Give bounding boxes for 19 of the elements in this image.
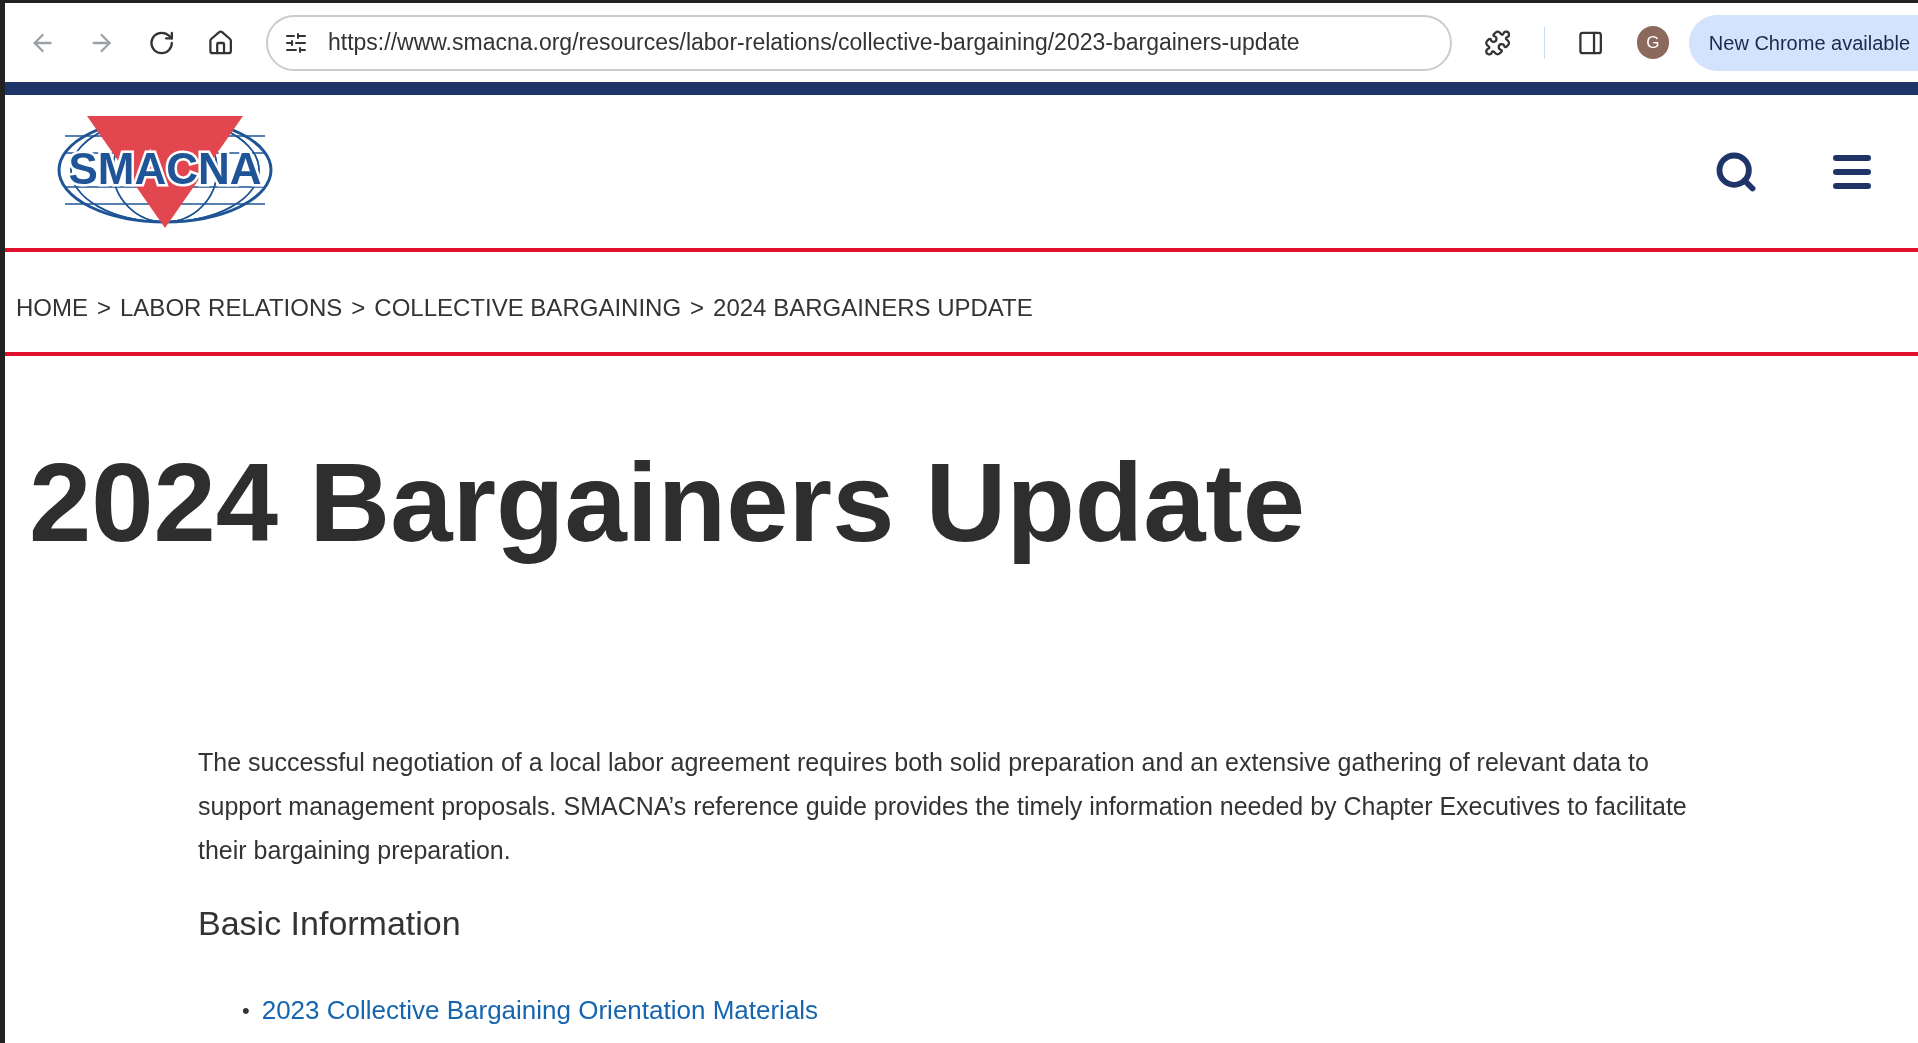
intro-paragraph: The successful negotiation of a local labor agreement requires both solid preparation and an extensive gathering of relevant data to support management proposals. SMACNA’s reference guide provides the timely information needed by Chapter Executives to facilitate their bargaining preparation. [198, 747, 1688, 867]
extensions-icon[interactable] [1484, 28, 1512, 57]
url-text[interactable]: https://www.smacna.org/resources/labor-relations/collective-bargaining/2023-bargainers-update [328, 25, 1300, 60]
update-chip[interactable]: New Chrome available [1688, 14, 1918, 71]
page-title: 2024 Bargainers Update [29, 439, 1306, 567]
breadcrumb-link[interactable]: LABOR RELATIONS [120, 290, 343, 326]
breadcrumb-link[interactable]: COLLECTIVE BARGAINING [374, 290, 682, 326]
bullet: • [242, 997, 250, 1026]
section-heading: Basic Information [198, 903, 462, 945]
profile-avatar[interactable]: G [1636, 26, 1669, 59]
breadcrumb-link[interactable]: 2024 BARGAINERS UPDATE [713, 290, 1033, 326]
breadcrumb-separator: > [690, 293, 705, 323]
address-bar[interactable]: https://www.smacna.org/resources/labor-relations/collective-bargaining/2023-bargainers-update [266, 14, 1453, 71]
breadcrumb-separator: > [97, 293, 111, 323]
breadcrumb-separator: > [351, 293, 366, 323]
document-link[interactable]: 2023 Collective Bargaining Orientation Materials [261, 991, 819, 1031]
breadcrumb-link[interactable]: HOME [16, 290, 88, 326]
home-icon[interactable] [206, 28, 234, 57]
site-settings-icon[interactable] [284, 30, 308, 55]
